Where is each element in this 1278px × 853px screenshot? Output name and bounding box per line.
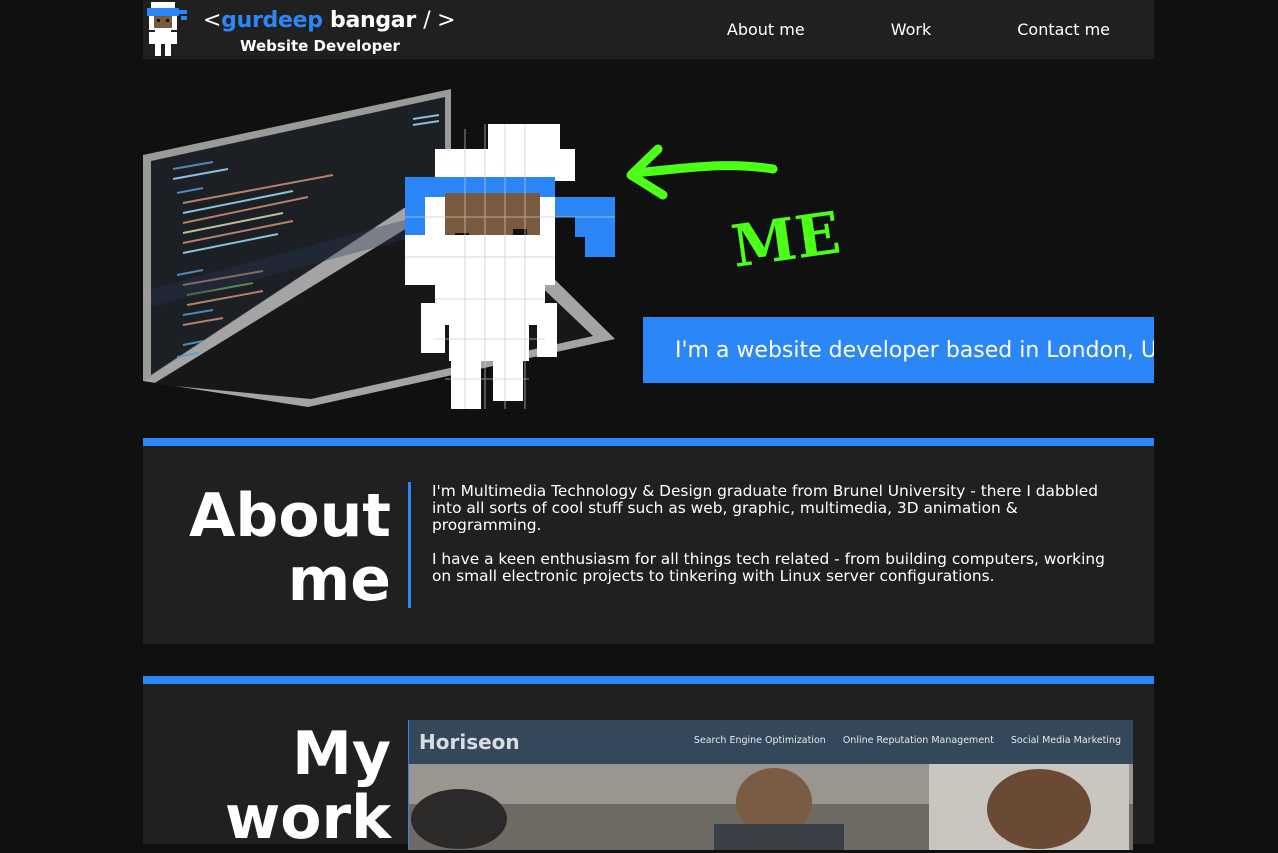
about-text: I'm Multimedia Technology & Design gradu…: [432, 483, 1112, 602]
page-container: <gurdeep bangar / > Website Developer Ab…: [143, 0, 1154, 850]
site-header: <gurdeep bangar / > Website Developer Ab…: [143, 0, 1154, 59]
logo-bracket-close: / >: [423, 8, 456, 33]
about-title-line1: About: [188, 481, 391, 551]
me-annotation: ME: [727, 198, 844, 280]
section-divider: [408, 482, 411, 608]
pixel-avatar-icon[interactable]: [143, 2, 189, 58]
site-logo[interactable]: <gurdeep bangar / > Website Developer: [203, 8, 463, 58]
about-title: About me: [189, 484, 391, 612]
work-title-line1: My: [292, 719, 391, 789]
hero-tagline: I'm a website developer based in London,…: [643, 317, 1154, 383]
about-section: About me I'm Multimedia Technology & Des…: [143, 438, 1154, 644]
hero-section: ME I'm a website developer based in Lond…: [143, 59, 1154, 437]
work-title-line2: work: [224, 783, 391, 853]
nav-link-contact[interactable]: Contact me: [1017, 20, 1110, 39]
logo-subtitle: Website Developer: [240, 37, 400, 55]
project-nav: Search Engine Optimization Online Reputa…: [677, 735, 1121, 746]
project-nav-link: Online Reputation Management: [842, 735, 994, 746]
project-photo: [409, 764, 1133, 850]
project-preview[interactable]: Horiseon Search Engine Optimization Onli…: [409, 720, 1133, 850]
project-nav-link: Search Engine Optimization: [693, 735, 826, 746]
project-preview-header: Horiseon Search Engine Optimization Onli…: [409, 720, 1133, 764]
about-paragraph-1: I'm Multimedia Technology & Design gradu…: [432, 482, 1099, 534]
logo-first-name: gurdeep: [221, 8, 323, 33]
about-paragraph-2: I have a keen enthusiasm for all things …: [432, 550, 1105, 585]
work-section: My work Horiseon Search Engine Optimizat…: [143, 676, 1154, 850]
work-title: My work: [225, 722, 391, 850]
logo-bracket-open: <: [203, 8, 222, 33]
main-nav: About me Work Contact me: [684, 0, 1154, 59]
nav-link-work[interactable]: Work: [891, 20, 932, 39]
logo-name: <gurdeep bangar / >: [203, 8, 456, 33]
nav-link-about[interactable]: About me: [727, 20, 805, 39]
project-brand: Horiseon: [419, 730, 520, 754]
logo-last-name: bangar: [330, 8, 416, 33]
arrow-icon: [626, 144, 778, 200]
project-nav-link: Social Media Marketing: [1010, 735, 1121, 746]
about-title-line2: me: [287, 545, 391, 615]
